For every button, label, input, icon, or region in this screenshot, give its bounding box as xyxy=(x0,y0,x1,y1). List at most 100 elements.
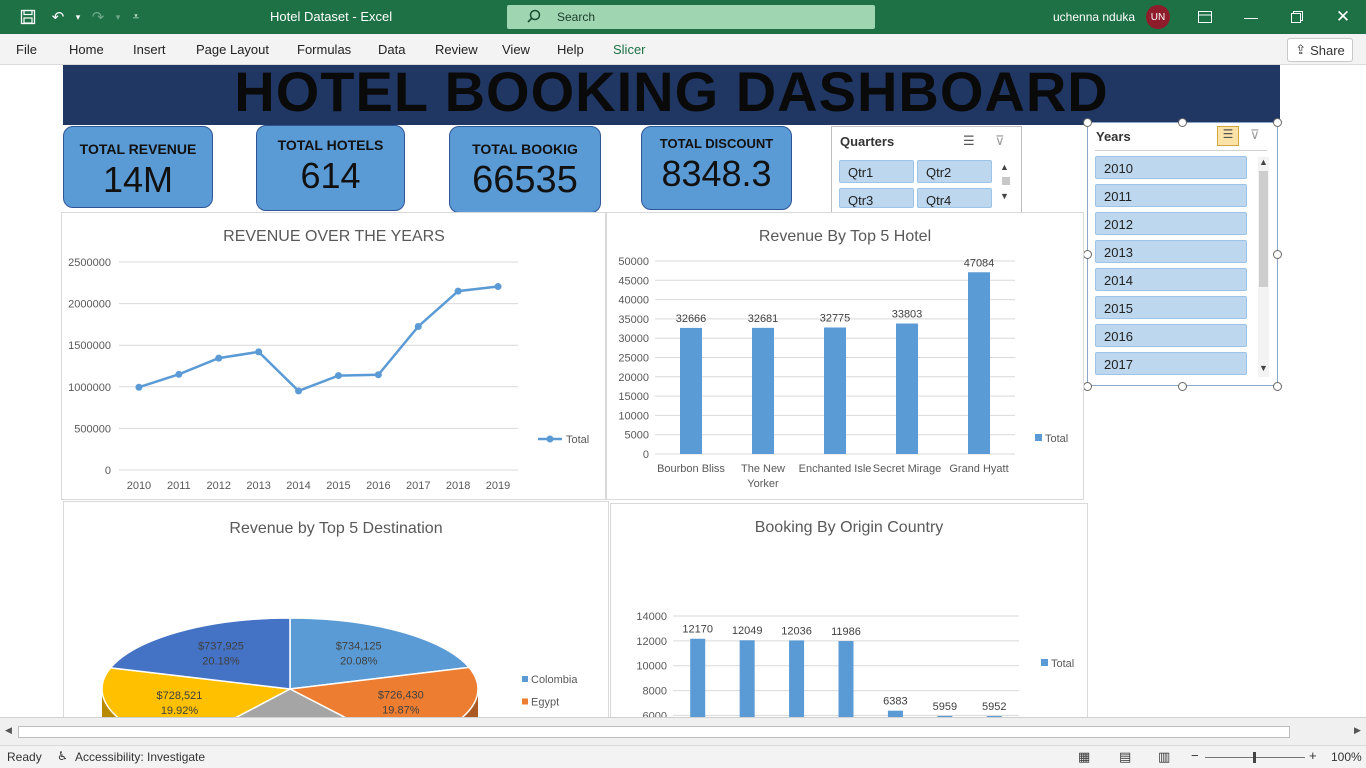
data-label-amount: $728,521 xyxy=(157,690,203,702)
y-tick-label: 8000 xyxy=(643,686,667,698)
data-label: 12170 xyxy=(682,624,713,636)
scroll-up-icon[interactable]: ▲ xyxy=(1000,162,1009,172)
scroll-left-icon[interactable]: ◀ xyxy=(5,725,12,736)
slicer-item-year-2015[interactable]: 2015 xyxy=(1095,296,1247,319)
close-icon[interactable]: ✕ xyxy=(1332,6,1354,28)
menu-page-layout[interactable]: Page Layout xyxy=(196,42,269,57)
scroll-up-icon[interactable]: ▲ xyxy=(1259,157,1268,167)
years-slicer[interactable]: Years ☰ ⊽ 2010 2011 2012 2013 2014 2015 2016 20… xyxy=(1083,118,1282,391)
zoom-out-icon[interactable]: − xyxy=(1191,748,1199,763)
kpi-label: TOTAL HOTELS xyxy=(277,137,384,153)
scroll-right-icon[interactable]: ▶ xyxy=(1354,725,1361,736)
menu-insert[interactable]: Insert xyxy=(133,42,166,57)
zoom-level[interactable]: 100% xyxy=(1331,750,1362,764)
resize-handle[interactable] xyxy=(1178,118,1187,127)
menu-file[interactable]: File xyxy=(16,42,37,57)
slicer-item-year-2012[interactable]: 2012 xyxy=(1095,212,1247,235)
menu-formulas[interactable]: Formulas xyxy=(297,42,351,57)
data-label-percent: 19.87% xyxy=(382,705,420,717)
x-tick-label: 2017 xyxy=(406,480,430,492)
slicer-item-qtr1[interactable]: Qtr1 xyxy=(839,160,914,183)
undo-dropdown-icon[interactable]: ▾ xyxy=(68,7,88,27)
menu-review[interactable]: Review xyxy=(435,42,478,57)
kpi-total-revenue[interactable]: TOTAL REVENUE 14M xyxy=(63,126,213,208)
zoom-slider-thumb[interactable] xyxy=(1253,752,1256,763)
legend-label: Egypt xyxy=(531,697,559,709)
multi-select-icon[interactable]: ☰ xyxy=(1217,126,1239,146)
slicer-item-qtr4[interactable]: Qtr4 xyxy=(917,188,992,208)
redo-icon[interactable]: ↷ xyxy=(88,7,108,27)
resize-handle[interactable] xyxy=(1178,382,1187,391)
y-tick-label: 10000 xyxy=(618,410,649,422)
dashboard-banner: HOTEL BOOKING DASHBOARD xyxy=(63,65,1280,125)
data-point xyxy=(334,372,342,380)
ribbon-display-icon[interactable] xyxy=(1194,6,1216,28)
menu-slicer[interactable]: Slicer xyxy=(613,42,646,57)
scrollbar-thumb[interactable] xyxy=(18,726,1290,738)
redo-dropdown-icon[interactable]: ▾ xyxy=(108,7,128,27)
share-button[interactable]: ⇪ Share xyxy=(1287,38,1353,62)
slicer-item-year-2017[interactable]: 2017 xyxy=(1095,352,1247,375)
menu-home[interactable]: Home xyxy=(69,42,104,57)
scrollbar-thumb[interactable] xyxy=(1002,177,1010,185)
kpi-total-discount[interactable]: TOTAL DISCOUNT 8348.3 xyxy=(641,126,792,210)
scroll-down-icon[interactable]: ▼ xyxy=(1000,191,1009,201)
revenue-over-years-chart[interactable]: REVENUE OVER THE YEARS 0 500000 1000000 1500… xyxy=(61,212,606,500)
normal-view-icon[interactable]: ▦ xyxy=(1078,749,1090,765)
zoom-in-icon[interactable]: + xyxy=(1309,748,1317,763)
clear-filter-icon[interactable]: ⊽ xyxy=(995,133,1005,149)
x-tick-label: Enchanted Isle xyxy=(799,463,872,475)
data-label-amount: $734,125 xyxy=(336,640,382,652)
resize-handle[interactable] xyxy=(1273,250,1282,259)
scroll-down-icon[interactable]: ▼ xyxy=(1259,363,1268,373)
search-input[interactable]: Search xyxy=(507,5,875,29)
slicer-item-year-2013[interactable]: 2013 xyxy=(1095,240,1247,263)
undo-icon[interactable]: ↶ xyxy=(48,7,68,27)
quarters-slicer[interactable]: Quarters ☰ ⊽ Qtr1 Qtr2 Qtr3 Qtr4 ▲ ▼ xyxy=(831,126,1022,213)
y-tick-label: 0 xyxy=(643,449,649,461)
avatar[interactable]: UN xyxy=(1146,5,1170,29)
clear-filter-icon[interactable]: ⊽ xyxy=(1250,127,1260,143)
page-break-view-icon[interactable]: ▥ xyxy=(1158,749,1170,765)
resize-handle[interactable] xyxy=(1083,118,1092,127)
data-label-percent: 19.92% xyxy=(161,705,199,717)
x-tick-label: 2013 xyxy=(246,480,270,492)
customize-toolbar-icon[interactable]: ⩡ xyxy=(126,7,146,27)
restore-icon[interactable] xyxy=(1286,6,1308,28)
booking-origin-country-chart[interactable]: Booking By Origin Country 6000 8000 10000 12… xyxy=(610,503,1088,717)
resize-handle[interactable] xyxy=(1273,382,1282,391)
kpi-total-booking[interactable]: TOTAL BOOKIG 66535 xyxy=(449,126,601,213)
data-label-amount: $726,430 xyxy=(378,690,424,702)
slicer-item-qtr2[interactable]: Qtr2 xyxy=(917,160,992,183)
minimize-icon[interactable]: — xyxy=(1240,6,1262,28)
menu-help[interactable]: Help xyxy=(557,42,584,57)
page-layout-view-icon[interactable]: ▤ xyxy=(1119,749,1131,765)
menu-view[interactable]: View xyxy=(502,42,530,57)
spacer xyxy=(62,213,538,439)
slicer-item-qtr3[interactable]: Qtr3 xyxy=(839,188,914,208)
slicer-item-year-2014[interactable]: 2014 xyxy=(1095,268,1247,291)
years-scrollbar[interactable]: ▲ ▼ xyxy=(1258,157,1269,377)
revenue-destination-pie-svg: Revenue by Top 5 Destination $734,125 20.0… xyxy=(101,520,578,717)
slicer-item-year-2010[interactable]: 2010 xyxy=(1095,156,1247,179)
data-label: 6383 xyxy=(883,696,907,708)
bar xyxy=(752,327,774,454)
data-label: 5959 xyxy=(933,701,957,713)
kpi-total-hotels[interactable]: TOTAL HOTELS 614 xyxy=(256,125,405,211)
multi-select-icon[interactable]: ☰ xyxy=(963,133,975,149)
menu-data[interactable]: Data xyxy=(378,42,405,57)
slicer-item-year-2011[interactable]: 2011 xyxy=(1095,184,1247,207)
x-tick-label: Bourbon Bliss xyxy=(657,463,725,475)
revenue-top-destination-chart[interactable]: Revenue by Top 5 Destination $734,125 20.0… xyxy=(63,501,609,717)
resize-handle[interactable] xyxy=(1273,118,1282,127)
scrollbar-thumb[interactable] xyxy=(1259,171,1268,287)
slicer-item-year-2016[interactable]: 2016 xyxy=(1095,324,1247,347)
accessibility-status[interactable]: Accessibility: Investigate xyxy=(75,750,205,764)
y-tick-label: 2000000 xyxy=(68,299,111,311)
data-point xyxy=(255,348,263,356)
save-icon[interactable] xyxy=(18,7,38,27)
revenue-top-hotel-chart[interactable]: Revenue By Top 5 Hotel 0 5000 10000 15000 200… xyxy=(606,212,1084,500)
worksheet[interactable]: HOTEL BOOKING DASHBOARD TOTAL REVENUE 14… xyxy=(0,65,1366,717)
share-icon: ⇪ xyxy=(1295,42,1307,57)
horizontal-scrollbar[interactable]: ◀ ▶ xyxy=(0,717,1366,745)
